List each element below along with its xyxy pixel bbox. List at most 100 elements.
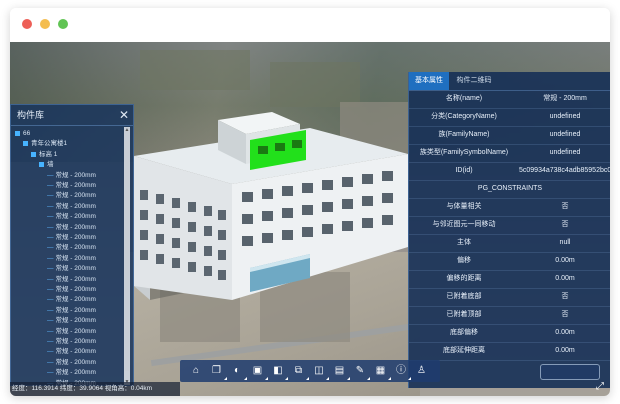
expand-toggle-icon[interactable] (23, 141, 28, 147)
info-icon[interactable]: ⓘ (393, 363, 411, 380)
properties-panel[interactable]: 基本属性 构件二维码 名称(name) 常规 - 200mm 分类(Category… (408, 72, 610, 388)
tree-node-label: 常规 - 200mm (55, 192, 96, 200)
dropdown-corner-icon (408, 377, 411, 380)
tree-branch-icon: — (47, 234, 54, 241)
scroll-up-icon[interactable]: ▲ (124, 127, 130, 133)
tree-branch-icon: — (47, 296, 54, 304)
tree-scrollbar[interactable]: ▲ ▼ (124, 127, 130, 385)
tree-node-label: 常规 - 200mm (55, 223, 96, 231)
maximize-dot[interactable] (58, 19, 68, 29)
property-key: 与体量相关 (446, 203, 482, 210)
tree-branch-icon: — (47, 254, 54, 262)
tree-node-label: 常规 - 200mm (55, 202, 96, 210)
tree-branch-icon: — (47, 338, 54, 345)
section-title: PG_CONSTRAINTS (409, 180, 610, 199)
tree-node[interactable]: —常规 - 200mm (47, 233, 96, 242)
component-library-panel[interactable]: 构件库 ✕ 66 青年公寓楼1 标高 1 墙 — 常规 - 200mm — 常规 - 200m… (10, 104, 134, 386)
tree-node[interactable]: —常规 - 200mm (47, 202, 96, 211)
home-icon[interactable]: ⌂ (188, 363, 204, 379)
tree-node[interactable]: —常规 - 200mm (47, 264, 96, 273)
expand-toggle-icon[interactable] (15, 130, 20, 136)
status-bar: 经度：116.3914 纬度：39.9064 视角高：0.04km (10, 382, 180, 396)
property-row: 底部偏移 0.00m (409, 324, 610, 343)
property-key: 已附着底部 (446, 293, 482, 300)
property-key: 底部偏移 (450, 329, 478, 336)
property-value: 否 (561, 221, 569, 228)
close-icon[interactable]: ✕ (119, 105, 129, 125)
clip-icon[interactable]: ⧉ (291, 363, 309, 380)
property-value: 否 (561, 311, 569, 318)
property-key: 与邻近图元一同移动 (432, 221, 496, 228)
dropdown-corner-icon (264, 377, 268, 380)
tree-node[interactable]: —常规 - 200mm (47, 368, 96, 377)
tree-node[interactable]: —常规 - 200mm (47, 358, 96, 367)
walk-icon[interactable]: ♙ (414, 363, 430, 379)
tree-branch-icon: — (47, 327, 54, 335)
tree-node[interactable]: —常规 - 200mm (47, 171, 96, 180)
tree-node-label: 常规 - 200mm (55, 286, 96, 293)
tab-component-qrcode[interactable]: 构件二维码 (449, 72, 499, 90)
tree-node[interactable]: 标高 1 (31, 150, 57, 159)
properties-tabs: 基本属性 构件二维码 (409, 72, 610, 91)
color-icon[interactable]: ◐ (229, 363, 247, 380)
tree-node-label: 常规 - 200mm (55, 369, 96, 377)
tree-node[interactable]: —常规 - 200mm (47, 212, 96, 221)
tree-branch-icon: — (47, 306, 54, 314)
tree-node[interactable]: —常规 - 200mm (47, 223, 96, 232)
tab-basic-properties[interactable]: 基本属性 (409, 72, 449, 90)
property-row: 已附着顶部 否 (409, 306, 610, 325)
fullscreen-icon[interactable]: ⤢ (594, 381, 606, 393)
tree-node-label: 常规 - 200mm (55, 213, 96, 221)
tree-branch-icon: — (47, 369, 54, 377)
expand-toggle-icon[interactable] (31, 151, 36, 157)
tree-node-label: 66 (23, 130, 31, 137)
tree-node-label: 常规 - 200mm (55, 327, 96, 335)
property-value: 常规 - 200mm (543, 95, 587, 102)
frame-icon[interactable]: ◧ (270, 363, 288, 380)
split-icon[interactable]: ◫ (311, 363, 329, 380)
section-box-icon[interactable]: ▣ (250, 363, 268, 380)
title-bar (10, 8, 610, 42)
tree-node-label: 标高 1 (39, 150, 58, 158)
layers-icon[interactable]: ▤ (332, 363, 350, 380)
property-row: 偏移的距离 0.00m (409, 270, 610, 289)
tree-node[interactable]: —常规 - 200mm (47, 285, 96, 294)
3d-viewport[interactable]: 构件库 ✕ 66 青年公寓楼1 标高 1 墙 — 常规 - 200mm — 常规 - 200m… (10, 42, 610, 396)
tree-branch-icon: — (47, 286, 54, 293)
tree-node[interactable]: —常规 - 200mm (47, 347, 96, 356)
tree-node-label: 常规 - 200mm (55, 182, 96, 189)
tree-node[interactable]: —常规 - 200mm (47, 337, 96, 346)
tree-node[interactable]: —常规 - 200mm (47, 306, 96, 315)
tree-node[interactable]: —常规 - 200mm (47, 327, 96, 336)
tree-node[interactable]: —常规 - 200mm (47, 275, 96, 284)
property-key: 族类型(FamilySymbolName) (419, 149, 509, 156)
overlay-button[interactable] (540, 364, 600, 380)
tree-node-label: 常规 - 200mm (55, 338, 96, 345)
tree-node[interactable]: —常规 - 200mm (47, 295, 96, 304)
property-key: 偏移的距离 (446, 275, 482, 282)
tree-node[interactable]: —常规 - 200mm (47, 191, 96, 200)
save-icon[interactable]: ▦ (373, 363, 391, 380)
property-row: 与体量相关 否 (409, 198, 610, 217)
component-panel-title: 构件库 (17, 110, 45, 120)
component-tree[interactable]: 66 青年公寓楼1 标高 1 墙 — 常规 - 200mm — 常规 - 200mm — 常规 -… (11, 129, 123, 385)
tree-node[interactable]: —常规 - 200mm (47, 243, 96, 252)
tree-node[interactable]: 青年公寓楼1 (23, 139, 67, 148)
tree-node[interactable]: —常规 - 200mm (47, 254, 96, 263)
property-key: 族(FamilyName) (438, 131, 490, 138)
property-value: 0.00m (555, 275, 575, 282)
dropdown-corner-icon (387, 377, 391, 380)
scroll-thumb[interactable] (125, 141, 129, 371)
tree-node[interactable]: 墙 (39, 160, 54, 169)
copy-icon[interactable]: ❐ (209, 363, 227, 380)
tree-node-label: 常规 - 200mm (55, 296, 96, 304)
expand-toggle-icon[interactable] (39, 161, 44, 167)
tree-node[interactable]: —常规 - 200mm (47, 316, 96, 325)
close-dot[interactable] (22, 19, 32, 29)
tree-node[interactable]: —常规 - 200mm (47, 181, 96, 190)
tree-node[interactable]: 66 (15, 129, 30, 138)
property-key: 名称(name) (445, 95, 483, 102)
minimize-dot[interactable] (40, 19, 50, 29)
measure-icon[interactable]: ✎ (352, 363, 370, 380)
tree-branch-icon: — (47, 348, 54, 356)
